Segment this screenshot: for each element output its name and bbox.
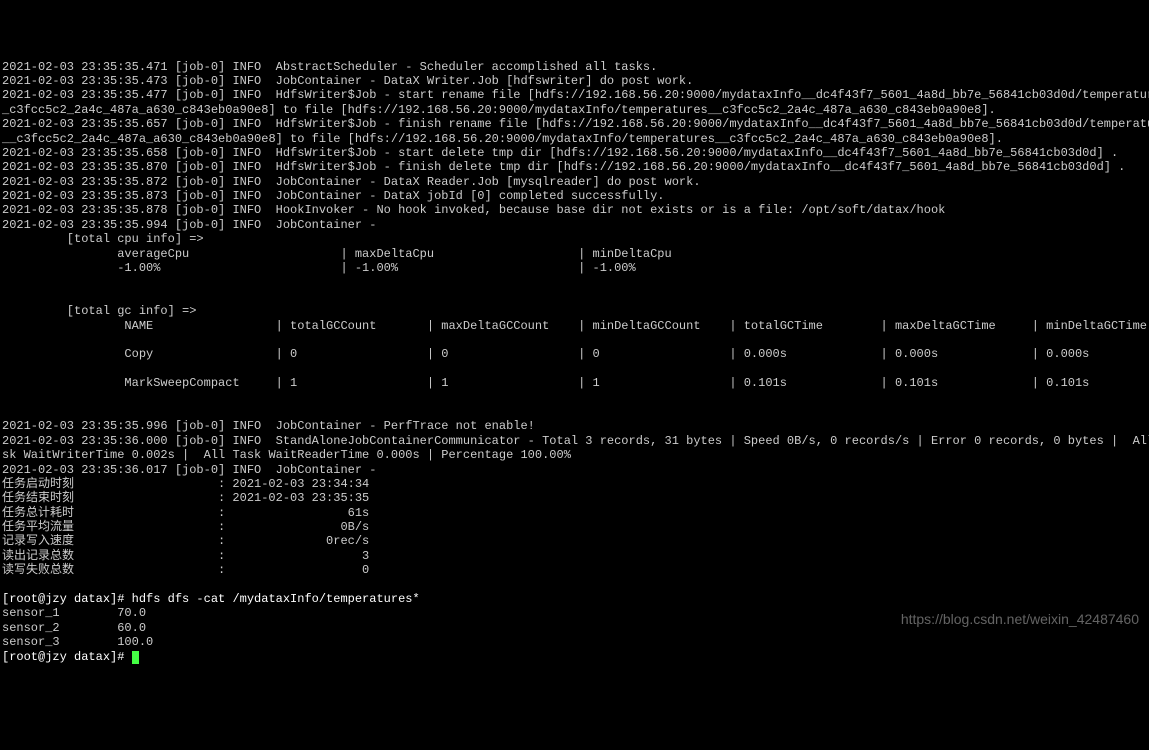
log-line: [total gc info] =>	[2, 304, 1147, 318]
log-line: 2021-02-03 23:35:35.873 [job-0] INFO Job…	[2, 189, 1147, 203]
log-line	[2, 333, 1147, 347]
shell-prompt-active[interactable]: [root@jzy datax]#	[2, 650, 1147, 664]
log-line	[2, 391, 1147, 405]
log-line: 2021-02-03 23:35:35.872 [job-0] INFO Job…	[2, 175, 1147, 189]
log-line: 2021-02-03 23:35:36.000 [job-0] INFO Sta…	[2, 434, 1147, 448]
log-line: [total cpu info] =>	[2, 232, 1147, 246]
log-line: sk WaitWriterTime 0.002s | All Task Wait…	[2, 448, 1147, 462]
log-line: 记录写入速度 : 0rec/s	[2, 534, 1147, 548]
log-line: 2021-02-03 23:35:35.658 [job-0] INFO Hdf…	[2, 146, 1147, 160]
log-line: Copy | 0 | 0 | 0 | 0.000s | 0.000s | 0.0…	[2, 347, 1147, 361]
log-line	[2, 290, 1147, 304]
log-line: 2021-02-03 23:35:35.473 [job-0] INFO Job…	[2, 74, 1147, 88]
log-line: 读出记录总数 : 3	[2, 549, 1147, 563]
log-line: NAME | totalGCCount | maxDeltaGCCount | …	[2, 319, 1147, 333]
log-line: 任务总计耗时 : 61s	[2, 506, 1147, 520]
cursor-icon	[132, 651, 139, 664]
watermark-text: https://blog.csdn.net/weixin_42487460	[901, 611, 1139, 628]
log-line: 2021-02-03 23:35:35.477 [job-0] INFO Hdf…	[2, 88, 1147, 102]
log-line: _c3fcc5c2_2a4c_487a_a630_c843eb0a90e8] t…	[2, 103, 1147, 117]
log-line: 2021-02-03 23:35:35.657 [job-0] INFO Hdf…	[2, 117, 1147, 131]
log-line	[2, 362, 1147, 376]
shell-prompt-cmd: [root@jzy datax]# hdfs dfs -cat /mydatax…	[2, 592, 1147, 606]
log-line: 2021-02-03 23:35:35.878 [job-0] INFO Hoo…	[2, 203, 1147, 217]
log-line	[2, 275, 1147, 289]
log-line: 2021-02-03 23:35:35.471 [job-0] INFO Abs…	[2, 60, 1147, 74]
log-line	[2, 578, 1147, 592]
terminal-output[interactable]: 2021-02-03 23:35:35.471 [job-0] INFO Abs…	[2, 60, 1147, 664]
log-line: 2021-02-03 23:35:36.017 [job-0] INFO Job…	[2, 463, 1147, 477]
log-line: 任务平均流量 : 0B/s	[2, 520, 1147, 534]
log-line: 读写失败总数 : 0	[2, 563, 1147, 577]
log-line: 2021-02-03 23:35:35.994 [job-0] INFO Job…	[2, 218, 1147, 232]
log-line: 任务启动时刻 : 2021-02-03 23:34:34	[2, 477, 1147, 491]
log-line: averageCpu | maxDeltaCpu | minDeltaCpu	[2, 247, 1147, 261]
log-line: 任务结束时刻 : 2021-02-03 23:35:35	[2, 491, 1147, 505]
log-line: MarkSweepCompact | 1 | 1 | 1 | 0.101s | …	[2, 376, 1147, 390]
output-line: sensor_3 100.0	[2, 635, 1147, 649]
log-line: __c3fcc5c2_2a4c_487a_a630_c843eb0a90e8] …	[2, 132, 1147, 146]
log-line: 2021-02-03 23:35:35.870 [job-0] INFO Hdf…	[2, 160, 1147, 174]
log-line: 2021-02-03 23:35:35.996 [job-0] INFO Job…	[2, 419, 1147, 433]
log-line: -1.00% | -1.00% | -1.00%	[2, 261, 1147, 275]
log-line	[2, 405, 1147, 419]
